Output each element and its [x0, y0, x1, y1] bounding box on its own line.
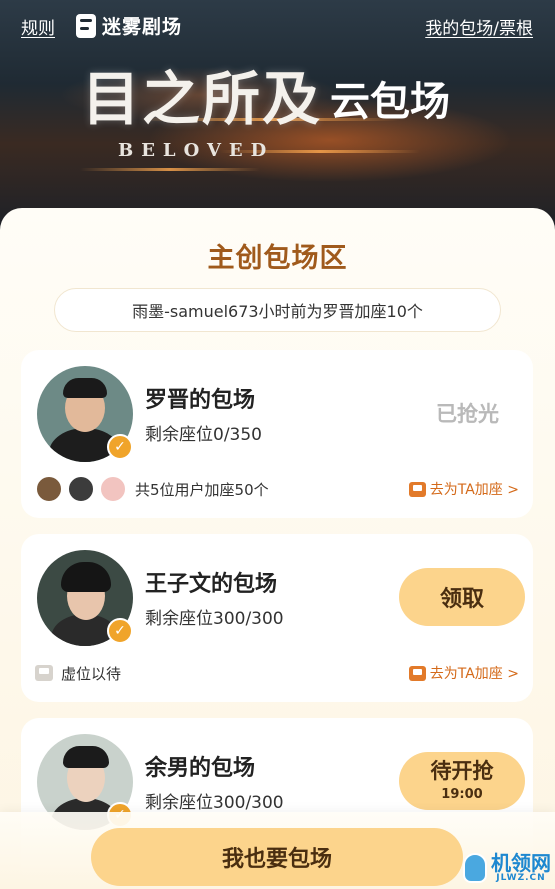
- pending-label: 待开抢: [430, 759, 494, 784]
- pending-button[interactable]: 待开抢 19:00: [399, 752, 525, 810]
- add-seat-label: 去为TA加座 >: [429, 482, 519, 498]
- card-title: 余男的包场: [145, 756, 256, 781]
- watermark-en: JLWZ.CN: [496, 873, 546, 883]
- brand-logo: 迷雾剧场: [76, 12, 182, 39]
- verified-badge-icon: ✓: [107, 618, 133, 644]
- supporter-avatar: [35, 475, 63, 503]
- card-seats: 剩余座位300/300: [145, 793, 284, 813]
- host-screening-button[interactable]: 我也要包场: [91, 828, 463, 886]
- supporter-avatar: [67, 475, 95, 503]
- movie-title: 目之所及: [82, 65, 323, 133]
- add-seat-label: 去为TA加座 >: [429, 666, 519, 682]
- supporter-avatar: [99, 475, 127, 503]
- pending-time: 19:00: [441, 786, 483, 802]
- movie-english-title: BELOVED: [118, 140, 275, 161]
- rules-link[interactable]: 规则: [21, 14, 55, 39]
- brand-name: 迷雾剧场: [102, 16, 183, 38]
- card-seats: 剩余座位0/350: [145, 425, 262, 445]
- movie-title-suffix: 云包场: [330, 79, 451, 125]
- hero-light-streak: [80, 168, 260, 171]
- card-footer: 虚位以待 去为TA加座 >: [35, 658, 519, 688]
- supporter-count: 共5位用户加座50个: [135, 480, 269, 499]
- add-seat-link[interactable]: 去为TA加座 >: [408, 479, 519, 499]
- sold-out-label: 已抢光: [436, 402, 499, 426]
- claim-button[interactable]: 领取: [399, 568, 525, 626]
- hero-banner: 规则 迷雾剧场 我的包场/票根 目之所及 云包场 BELOVED: [0, 0, 555, 240]
- card-title: 罗晋的包场: [145, 388, 256, 413]
- card-footer: 共5位用户加座50个 去为TA加座 >: [35, 474, 519, 504]
- my-tickets-link[interactable]: 我的包场/票根: [425, 14, 533, 39]
- supporter-avatars: [35, 475, 127, 503]
- screening-card: ✓ 罗晋的包场 剩余座位0/350 已抢光 共5位用户加座50个 去为TA加座 …: [21, 350, 533, 518]
- card-title: 王子文的包场: [145, 572, 278, 597]
- section-title: 主创包场区: [207, 243, 348, 274]
- activity-notice: 雨墨-samuel673小时前为罗晋加座10个: [54, 288, 501, 332]
- add-seat-link[interactable]: 去为TA加座 >: [408, 663, 519, 683]
- add-seat-icon: [408, 665, 426, 681]
- watermark: 机领网 JLWZ.CN: [463, 853, 551, 883]
- bottom-bar: 我也要包场 机领网 JLWZ.CN: [0, 812, 555, 889]
- add-seat-icon: [408, 481, 426, 497]
- activity-notice-text: 雨墨-samuel673小时前为罗晋加座10个: [132, 302, 423, 321]
- mascot-icon: [463, 853, 487, 883]
- card-seats: 剩余座位300/300: [145, 609, 284, 629]
- vacant-label: 虚位以待: [61, 664, 122, 683]
- seat-icon: [35, 665, 53, 681]
- watermark-cn: 机领网: [491, 851, 551, 875]
- logo-icon: [76, 13, 96, 38]
- verified-badge-icon: ✓: [107, 434, 133, 460]
- movie-title-block: 目之所及 云包场: [82, 70, 450, 128]
- screening-card: ✓ 王子文的包场 剩余座位300/300 领取 虚位以待 去为TA加座 >: [21, 534, 533, 702]
